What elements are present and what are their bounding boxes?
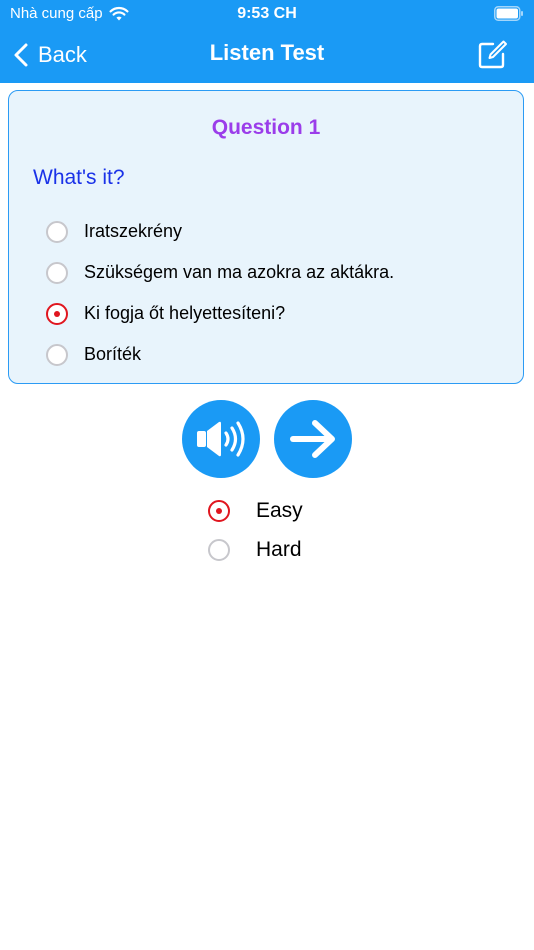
difficulty-label: Easy bbox=[256, 498, 303, 522]
screen: Nhà cung cấp 9:53 CH Back Listen Test Qu… bbox=[0, 0, 534, 950]
navigation-bar: Back Listen Test bbox=[0, 28, 534, 83]
next-question-button[interactable] bbox=[274, 400, 352, 478]
difficulty-option-hard[interactable]: Hard bbox=[208, 530, 303, 569]
speaker-icon bbox=[197, 421, 245, 457]
radio-button[interactable] bbox=[46, 220, 68, 243]
radio-button[interactable] bbox=[46, 343, 68, 366]
radio-button[interactable] bbox=[46, 261, 68, 284]
answer-options: Iratszekrény Szükségem van ma azokra az … bbox=[46, 211, 506, 375]
answer-option-label: Boríték bbox=[84, 344, 142, 364]
question-card: Question 1 What's it? Iratszekrény Szüks… bbox=[8, 90, 524, 384]
radio-button[interactable] bbox=[208, 499, 230, 522]
question-prompt: What's it? bbox=[33, 166, 125, 189]
answer-option-label: Szükségem van ma azokra az aktákra. bbox=[84, 262, 395, 282]
radio-button[interactable] bbox=[46, 302, 68, 325]
answer-option-label: Iratszekrény bbox=[84, 221, 183, 241]
battery-icon bbox=[494, 6, 523, 21]
difficulty-options: Easy Hard bbox=[208, 491, 303, 569]
radio-button[interactable] bbox=[208, 538, 230, 561]
question-title: Question 1 bbox=[211, 116, 321, 139]
answer-option-4[interactable]: Boríték bbox=[46, 334, 506, 375]
status-time: 9:53 CH bbox=[237, 5, 297, 22]
top-bar: Nhà cung cấp 9:53 CH Back Listen Test bbox=[0, 0, 534, 83]
arrow-right-icon bbox=[290, 420, 335, 458]
answer-option-3[interactable]: Ki fogja őt helyettesíteni? bbox=[46, 293, 506, 334]
status-bar: Nhà cung cấp 9:53 CH bbox=[0, 0, 534, 28]
edit-icon[interactable] bbox=[476, 39, 508, 71]
answer-option-2[interactable]: Szükségem van ma azokra az aktákra. bbox=[46, 252, 506, 293]
answer-option-1[interactable]: Iratszekrény bbox=[46, 211, 506, 252]
page-title: Listen Test bbox=[209, 40, 325, 65]
play-sound-button[interactable] bbox=[182, 400, 260, 478]
answer-option-label: Ki fogja őt helyettesíteni? bbox=[84, 303, 286, 323]
difficulty-label: Hard bbox=[256, 537, 302, 561]
difficulty-option-easy[interactable]: Easy bbox=[208, 491, 303, 530]
